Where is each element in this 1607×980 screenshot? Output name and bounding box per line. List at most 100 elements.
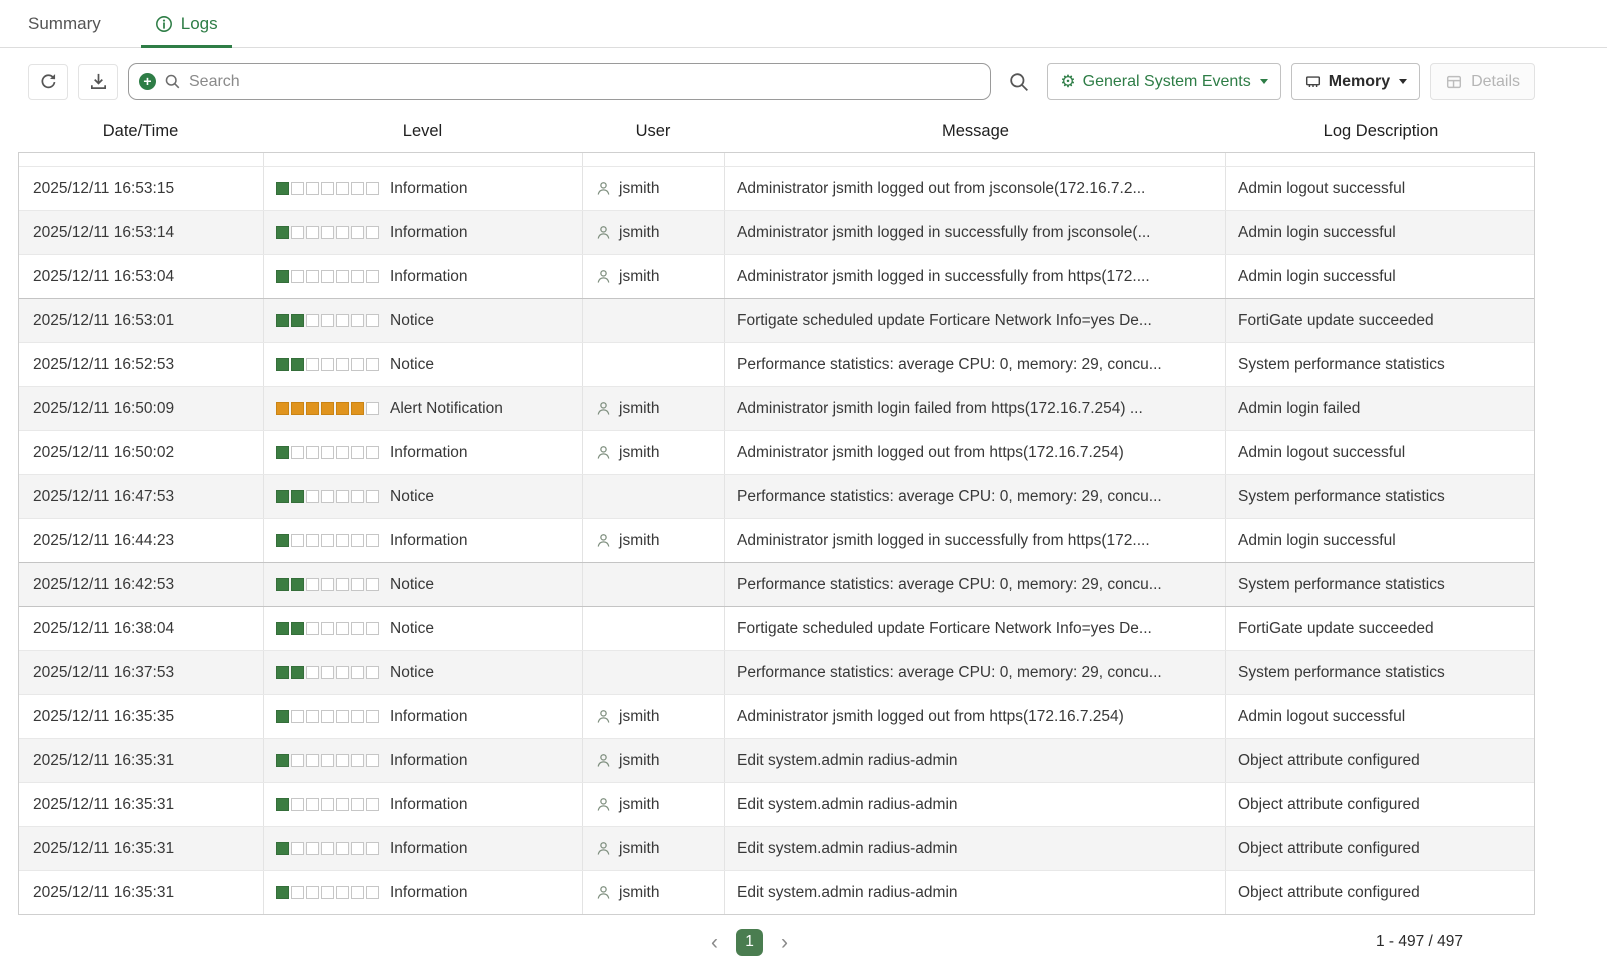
cell-user xyxy=(583,607,725,650)
column-header-user[interactable]: User xyxy=(582,122,724,141)
cell-message: Administrator jsmith logged out from jsc… xyxy=(725,167,1226,210)
prev-page-button[interactable]: ‹ xyxy=(707,932,722,953)
details-button[interactable]: Details xyxy=(1430,63,1535,100)
user-label: jsmith xyxy=(619,708,659,726)
level-bar xyxy=(276,270,379,283)
cell-description: Object attribute configured xyxy=(1226,827,1534,870)
download-icon xyxy=(89,72,108,91)
search-input[interactable] xyxy=(189,73,980,91)
cell-level: Information xyxy=(264,827,583,870)
cell-description: Admin login successful xyxy=(1226,211,1534,254)
user-icon xyxy=(595,268,612,285)
cell-description: Admin login failed xyxy=(1226,387,1534,430)
user-label: jsmith xyxy=(619,224,659,242)
cell-datetime: 2025/12/11 16:53:04 xyxy=(19,255,264,298)
cell-user: jsmith xyxy=(583,431,725,474)
log-source-label: Memory xyxy=(1329,73,1390,91)
table-row[interactable]: 2025/12/11 16:44:23 Information jsmith A… xyxy=(19,518,1534,562)
chevron-down-icon xyxy=(1399,79,1407,84)
cell-user xyxy=(583,475,725,518)
table-row[interactable]: 2025/12/11 16:53:14 Information jsmith A… xyxy=(19,210,1534,254)
table-row[interactable]: 2025/12/11 16:42:53 Notice Performance s… xyxy=(19,562,1534,606)
cell-level: Notice xyxy=(264,299,583,342)
level-label: Information xyxy=(390,224,468,242)
user-label: jsmith xyxy=(619,400,659,418)
level-label: Information xyxy=(390,268,468,286)
log-source-dropdown[interactable]: Memory xyxy=(1291,63,1420,100)
cell-user: jsmith xyxy=(583,387,725,430)
level-label: Notice xyxy=(390,488,434,506)
cell-level: Notice xyxy=(264,475,583,518)
table-row[interactable]: 2025/12/11 16:53:04 Information jsmith A… xyxy=(19,254,1534,298)
table-row[interactable]: 2025/12/11 16:35:35 Information jsmith A… xyxy=(19,694,1534,738)
level-bar xyxy=(276,226,379,239)
level-bar xyxy=(276,886,379,899)
cell-datetime: 2025/12/11 16:50:09 xyxy=(19,387,264,430)
column-header-description[interactable]: Log Description xyxy=(1227,122,1535,141)
search-submit-button[interactable] xyxy=(1001,64,1037,100)
search-box: + xyxy=(128,63,991,100)
level-label: Alert Notification xyxy=(390,400,503,418)
level-label: Information xyxy=(390,840,468,858)
column-header-level[interactable]: Level xyxy=(263,122,582,141)
cell-user: jsmith xyxy=(583,871,725,914)
cell-datetime: 2025/12/11 16:37:53 xyxy=(19,651,264,694)
user-icon xyxy=(595,840,612,857)
level-label: Information xyxy=(390,884,468,902)
cell-user xyxy=(583,343,725,386)
level-bar xyxy=(276,710,379,723)
table-row[interactable]: 2025/12/11 16:37:53 Notice Performance s… xyxy=(19,650,1534,694)
user-icon xyxy=(595,224,612,241)
cell-user: jsmith xyxy=(583,255,725,298)
table-row[interactable]: 2025/12/11 16:53:01 Notice Fortigate sch… xyxy=(19,298,1534,342)
table-row[interactable]: 2025/12/11 16:35:31 Information jsmith E… xyxy=(19,782,1534,826)
table-row[interactable]: 2025/12/11 16:50:09 Alert Notification j… xyxy=(19,386,1534,430)
cell-description: System performance statistics xyxy=(1226,563,1534,606)
user-label: jsmith xyxy=(619,180,659,198)
user-label: jsmith xyxy=(619,532,659,550)
tab-summary[interactable]: Summary xyxy=(20,0,109,47)
cell-datetime: 2025/12/11 16:53:01 xyxy=(19,299,264,342)
cell-datetime: 2025/12/11 16:35:31 xyxy=(19,783,264,826)
cell-description: Admin logout successful xyxy=(1226,167,1534,210)
table-row[interactable]: 2025/12/11 16:52:53 Notice Performance s… xyxy=(19,342,1534,386)
add-filter-icon[interactable]: + xyxy=(139,73,156,90)
table-row[interactable]: 2025/12/11 16:35:31 Information jsmith E… xyxy=(19,870,1534,914)
cell-message: Fortigate scheduled update Forticare Net… xyxy=(725,299,1226,342)
table-row[interactable]: 2025/12/11 16:35:31 Information jsmith E… xyxy=(19,738,1534,782)
table-row[interactable]: 2025/12/11 16:47:53 Notice Performance s… xyxy=(19,474,1534,518)
cell-user xyxy=(583,299,725,342)
cell-message: Administrator jsmith login failed from h… xyxy=(725,387,1226,430)
user-label: jsmith xyxy=(619,268,659,286)
level-bar xyxy=(276,578,379,591)
level-bar xyxy=(276,314,379,327)
next-page-button[interactable]: › xyxy=(777,932,792,953)
cell-level: Alert Notification xyxy=(264,387,583,430)
download-button[interactable] xyxy=(78,64,118,100)
log-table-header: Date/Time Level User Message Log Descrip… xyxy=(18,110,1535,152)
column-header-message[interactable]: Message xyxy=(724,122,1227,141)
column-header-datetime[interactable]: Date/Time xyxy=(18,122,263,141)
tab-bar: Summary Logs xyxy=(0,0,1607,48)
table-row[interactable]: 2025/12/11 16:35:31 Information jsmith E… xyxy=(19,826,1534,870)
user-icon xyxy=(595,884,612,901)
tab-logs[interactable]: Logs xyxy=(147,0,226,47)
gear-icon: ⚙ xyxy=(1060,73,1075,90)
cell-datetime: 2025/12/11 16:53:15 xyxy=(19,167,264,210)
cell-description: Admin login successful xyxy=(1226,519,1534,562)
cell-message: Administrator jsmith logged out from htt… xyxy=(725,695,1226,738)
event-category-dropdown[interactable]: ⚙ General System Events xyxy=(1047,63,1280,100)
cell-level: Information xyxy=(264,695,583,738)
table-row[interactable]: 2025/12/11 16:50:02 Information jsmith A… xyxy=(19,430,1534,474)
cell-datetime: 2025/12/11 16:42:53 xyxy=(19,563,264,606)
cell-user xyxy=(583,563,725,606)
table-row[interactable]: 2025/12/11 16:38:04 Notice Fortigate sch… xyxy=(19,606,1534,650)
table-row[interactable]: 2025/12/11 16:53:15 Information jsmith A… xyxy=(19,166,1534,210)
cell-datetime: 2025/12/11 16:35:35 xyxy=(19,695,264,738)
level-label: Notice xyxy=(390,620,434,638)
cell-user: jsmith xyxy=(583,695,725,738)
refresh-button[interactable] xyxy=(28,64,68,100)
current-page-button[interactable]: 1 xyxy=(736,929,763,956)
user-icon xyxy=(595,400,612,417)
user-icon xyxy=(595,796,612,813)
